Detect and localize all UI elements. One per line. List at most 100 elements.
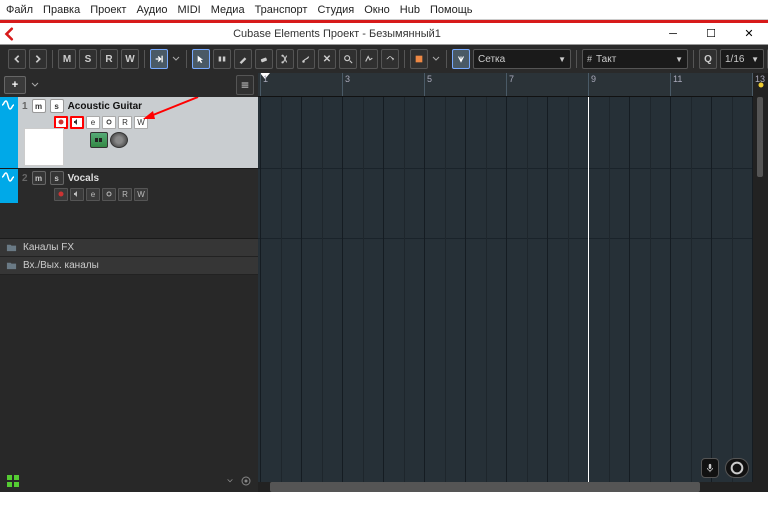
track-number: 2 <box>22 173 28 184</box>
track-edit-button[interactable]: e <box>86 116 100 129</box>
track-thumbnail <box>24 128 64 166</box>
write-all-button[interactable]: W <box>121 49 139 69</box>
ruler-bar-label: 11 <box>670 73 682 96</box>
minimize-button[interactable]: ─ <box>654 23 692 44</box>
menu-midi[interactable]: MIDI <box>177 4 200 16</box>
quantize-value-dropdown[interactable]: 1/16▼ <box>720 49 764 69</box>
menu-audio[interactable]: Аудио <box>136 4 167 16</box>
insert-slot[interactable] <box>110 132 128 148</box>
tool-glue[interactable] <box>297 49 315 69</box>
track-solo-button[interactable]: s <box>50 171 64 185</box>
track-freeze-button[interactable] <box>102 188 116 201</box>
scrollbar-thumb[interactable] <box>270 482 700 492</box>
undo-button[interactable] <box>8 49 26 69</box>
track-record-enable[interactable] <box>54 188 68 201</box>
menu-transport[interactable]: Транспорт <box>255 4 308 16</box>
tool-select[interactable] <box>192 49 210 69</box>
track-list: 1 m s Acoustic Guitar e R W <box>0 97 258 470</box>
chevron-down-icon[interactable] <box>226 477 234 485</box>
audio-wave-icon <box>0 169 16 185</box>
redo-button[interactable] <box>29 49 47 69</box>
menu-window[interactable]: Окно <box>364 4 390 16</box>
ruler-bar-label: 9 <box>588 73 596 96</box>
os-menubar: Файл Правка Проект Аудио MIDI Медиа Тран… <box>0 0 768 20</box>
folder-row[interactable]: Вх./Вых. каналы <box>0 257 258 275</box>
menu-studio[interactable]: Студия <box>317 4 354 16</box>
track-record-enable[interactable] <box>54 116 68 129</box>
event-grid[interactable] <box>258 97 753 482</box>
color-tool[interactable] <box>410 49 428 69</box>
mic-button[interactable] <box>701 458 719 478</box>
solo-all-button[interactable]: S <box>79 49 97 69</box>
track-visibility-button[interactable] <box>236 75 254 95</box>
menu-edit[interactable]: Правка <box>43 4 80 16</box>
quantize-apply[interactable]: Q <box>699 49 717 69</box>
track-edit-button[interactable]: e <box>86 188 100 201</box>
menu-hub[interactable]: Hub <box>400 4 420 16</box>
horizontal-scrollbar[interactable] <box>258 482 753 492</box>
menu-help[interactable]: Помощь <box>430 4 473 16</box>
timeline-ruler[interactable]: 13579111315171921 <box>258 73 753 97</box>
tool-comp[interactable] <box>360 49 378 69</box>
track-read-button[interactable]: R <box>118 116 132 129</box>
track-solo-button[interactable]: s <box>50 99 64 113</box>
vertical-scrollbar-area <box>753 73 768 492</box>
meter-icon <box>6 474 20 488</box>
close-button[interactable]: ✕ <box>730 23 768 44</box>
track-read-button[interactable]: R <box>118 188 132 201</box>
grid-type-dropdown[interactable]: #Такт▼ <box>582 49 688 69</box>
read-all-button[interactable]: R <box>100 49 118 69</box>
menu-file[interactable]: Файл <box>6 4 33 16</box>
menu-media[interactable]: Медиа <box>211 4 245 16</box>
ruler-bar-label: 1 <box>260 73 268 96</box>
track-monitor-button[interactable] <box>70 116 84 129</box>
project-toolbar: M S R W ✕ Сетка▼ #Такт▼ Q 1/16▼ <box>0 45 768 73</box>
track-row[interactable]: 2 m s Vocals e R W <box>0 169 258 239</box>
track-write-button[interactable]: W <box>134 188 148 201</box>
folder-label: Каналы FX <box>23 242 74 253</box>
track-mute-button[interactable]: m <box>32 171 46 185</box>
tool-range[interactable] <box>213 49 231 69</box>
tool-split[interactable] <box>276 49 294 69</box>
track-name[interactable]: Vocals <box>68 173 100 184</box>
chevron-down-icon[interactable] <box>431 54 441 64</box>
vertical-scrollbar-thumb[interactable] <box>757 97 763 177</box>
snap-type-dropdown[interactable]: Сетка▼ <box>473 49 571 69</box>
window-title: Cubase Elements Проект - Безымянный1 <box>20 28 654 40</box>
audio-wave-icon <box>0 97 16 113</box>
track-number: 1 <box>22 101 28 112</box>
track-mute-button[interactable]: m <box>32 99 46 113</box>
track-freeze-button[interactable] <box>102 116 116 129</box>
app-logo <box>0 23 20 44</box>
maximize-button[interactable]: ☐ <box>692 23 730 44</box>
track-name[interactable]: Acoustic Guitar <box>68 101 142 112</box>
track-list-panel: + 1 m s Acoustic Guitar <box>0 73 258 492</box>
chevron-down-icon[interactable] <box>171 54 181 64</box>
folder-label: Вх./Вых. каналы <box>23 260 99 271</box>
record-toggle[interactable] <box>725 458 749 478</box>
insert-slot[interactable] <box>90 132 108 148</box>
tool-draw[interactable] <box>234 49 252 69</box>
tool-mute[interactable]: ✕ <box>318 49 336 69</box>
track-monitor-button[interactable] <box>70 188 84 201</box>
ruler-bar-label: 13 <box>752 73 765 96</box>
ruler-bar-label: 5 <box>424 73 432 96</box>
folder-row[interactable]: Каналы FX <box>0 239 258 257</box>
ruler-bar-label: 7 <box>506 73 514 96</box>
autoscroll-button[interactable] <box>150 49 168 69</box>
project-content: + 1 m s Acoustic Guitar <box>0 73 768 492</box>
tool-erase[interactable] <box>255 49 273 69</box>
mute-all-button[interactable]: M <box>58 49 76 69</box>
track-row[interactable]: 1 m s Acoustic Guitar e R W <box>0 97 258 169</box>
track-write-button[interactable]: W <box>134 116 148 129</box>
window-titlebar: Cubase Elements Проект - Безымянный1 ─ ☐… <box>0 23 768 45</box>
menu-project[interactable]: Проект <box>90 4 126 16</box>
chevron-down-icon[interactable] <box>30 80 40 90</box>
ruler-bar-label: 3 <box>342 73 350 96</box>
add-track-button[interactable]: + <box>4 76 26 94</box>
tool-play[interactable] <box>381 49 399 69</box>
gear-icon[interactable] <box>240 475 252 487</box>
playback-cursor[interactable] <box>588 97 589 482</box>
snap-toggle[interactable] <box>452 49 470 69</box>
tool-zoom[interactable] <box>339 49 357 69</box>
